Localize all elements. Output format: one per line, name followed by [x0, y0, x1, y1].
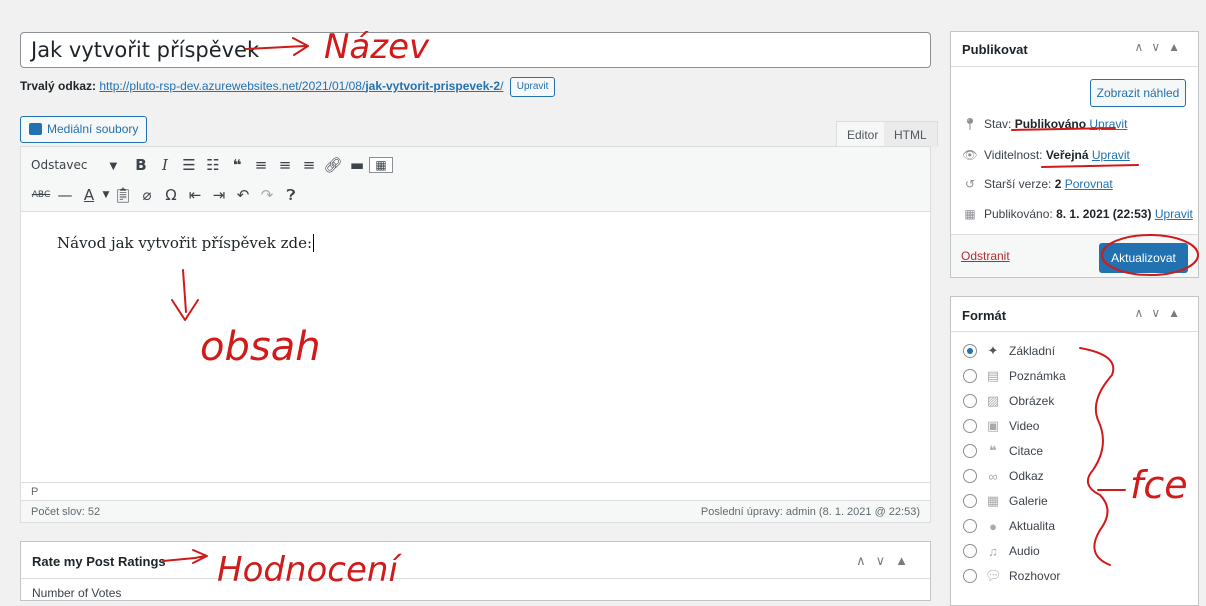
radio-button[interactable]: [963, 344, 977, 358]
divider: [21, 578, 930, 579]
quote-icon: ❝: [989, 443, 997, 458]
align-right-icon[interactable]: ≡: [297, 156, 321, 174]
rate-my-post-box: Rate my Post Ratings ∧∨▲ Number of Votes: [20, 541, 931, 601]
media-icon: [29, 123, 42, 135]
format-option[interactable]: ▨ Obrázek: [963, 391, 1054, 411]
add-media-button[interactable]: Mediální soubory: [20, 116, 147, 143]
radio-button[interactable]: [963, 444, 977, 458]
published-row: ▦ Publikováno: 8. 1. 2021 (22:53) Upravit: [962, 207, 1193, 221]
radio-button[interactable]: [963, 369, 977, 383]
box-controls[interactable]: ∧∨▲: [1135, 306, 1188, 320]
align-center-icon[interactable]: ≡: [273, 156, 297, 174]
more-tag-icon[interactable]: ▬: [345, 156, 369, 174]
publish-footer: Odstranit Aktualizovat: [951, 234, 1198, 277]
tab-visual[interactable]: Editor: [836, 121, 890, 147]
format-option[interactable]: ▦ Galerie: [963, 491, 1048, 511]
permalink-label: Trvalý odkaz:: [20, 79, 97, 93]
update-button[interactable]: Aktualizovat: [1099, 243, 1188, 273]
revisions-row: ↺ Starší verze: 2 Porovnat: [962, 177, 1113, 191]
chat-icon: 💬︎: [985, 568, 1002, 583]
format-select[interactable]: Odstavec ▼: [29, 158, 129, 172]
compare-link[interactable]: Porovnat: [1065, 177, 1113, 191]
editor-toolbar: Odstavec ▼ B I ☰ ☷ ❝ ≡ ≡ ≡ 🔗︎ ▬ ▦ ABC — A…: [21, 147, 930, 212]
radio-button[interactable]: [963, 419, 977, 433]
paste-text-icon[interactable]: 📋︎: [111, 186, 135, 204]
format-option[interactable]: ♫ Audio: [963, 541, 1040, 561]
element-path: P: [21, 482, 930, 500]
text-color-icon[interactable]: A: [77, 186, 101, 204]
radio-button[interactable]: [963, 569, 977, 583]
eye-icon: 👁︎: [962, 148, 978, 162]
votes-label: Number of Votes: [32, 586, 122, 600]
format-option[interactable]: ∞ Odkaz: [963, 466, 1044, 486]
radio-button[interactable]: [963, 494, 977, 508]
visibility-row: 👁︎ Viditelnost: Veřejná Upravit: [962, 148, 1130, 162]
video-icon: ▣: [986, 418, 1000, 433]
word-count: Počet slov: 52: [31, 506, 101, 518]
delete-link[interactable]: Odstranit: [961, 249, 1010, 263]
editor-status-bar: Počet slov: 52 Poslední úpravy: admin (8…: [21, 500, 930, 522]
undo-icon[interactable]: ↶: [231, 186, 255, 204]
chevron-down-icon[interactable]: ▼: [101, 190, 111, 200]
publish-box: Publikovat ∧∨▲ Zobrazit náhled 📍︎ Stav: P…: [950, 31, 1199, 278]
publish-box-title: Publikovat: [962, 42, 1028, 57]
status-edit-link[interactable]: Upravit: [1089, 117, 1127, 131]
bullet-list-icon[interactable]: ☰: [177, 156, 201, 174]
align-left-icon[interactable]: ≡: [249, 156, 273, 174]
outdent-icon[interactable]: ⇤: [183, 186, 207, 204]
editor-content[interactable]: Návod jak vytvořit příspěvek zde:: [57, 234, 315, 252]
publish-box-header[interactable]: Publikovat ∧∨▲: [951, 32, 1198, 67]
blockquote-icon[interactable]: ❝: [225, 156, 249, 174]
box-controls[interactable]: ∧∨▲: [1135, 40, 1188, 54]
last-edited: Poslední úpravy: admin (8. 1. 2021 @ 22:…: [700, 506, 920, 518]
calendar-icon: ▦: [964, 207, 976, 221]
link-icon: ∞: [988, 468, 998, 484]
help-icon[interactable]: ❓︎: [279, 186, 303, 204]
radio-button[interactable]: [963, 469, 977, 483]
format-box: Formát ∧∨▲ ✦ Základní ▤ Poznámka ▨ Obrázek …: [950, 296, 1199, 606]
format-option[interactable]: ▤ Poznámka: [963, 366, 1066, 386]
bold-icon[interactable]: B: [129, 156, 153, 174]
format-option[interactable]: ▣ Video: [963, 416, 1039, 436]
format-box-header[interactable]: Formát ∧∨▲: [951, 297, 1198, 332]
box-controls[interactable]: ∧∨▲: [856, 553, 918, 569]
permalink-link[interactable]: http://pluto-rsp-dev.azurewebsites.net/2…: [99, 79, 503, 93]
format-option[interactable]: 💬︎ Rozhovor: [963, 566, 1060, 586]
pin-icon: 📍︎: [962, 117, 978, 131]
special-char-icon[interactable]: Ω: [159, 186, 183, 204]
indent-icon[interactable]: ⇥: [207, 186, 231, 204]
format-option[interactable]: ✦ Základní: [963, 341, 1055, 361]
clear-formatting-icon[interactable]: ⌀: [135, 186, 159, 204]
link-icon[interactable]: 🔗︎: [321, 156, 345, 174]
gallery-icon: ▦: [986, 493, 1000, 508]
rate-box-title: Rate my Post Ratings: [32, 554, 166, 569]
history-icon: ↺: [964, 177, 976, 191]
horizontal-line-icon[interactable]: —: [53, 186, 77, 204]
toolbar-toggle-icon[interactable]: ▦: [369, 157, 393, 173]
italic-icon[interactable]: I: [153, 156, 177, 174]
format-option[interactable]: ● Aktualita: [963, 516, 1055, 536]
permalink-edit-button[interactable]: Upravit: [509, 76, 556, 97]
status-row: 📍︎ Stav: Publikováno Upravit: [962, 117, 1128, 131]
redo-icon[interactable]: ↷: [255, 186, 279, 204]
radio-button[interactable]: [963, 519, 977, 533]
pin-icon: ✦: [987, 343, 999, 358]
strikethrough-icon[interactable]: ABC: [29, 190, 53, 200]
numbered-list-icon[interactable]: ☷: [201, 156, 225, 174]
post-title-input[interactable]: Jak vytvořit příspěvek: [20, 32, 931, 68]
tab-html[interactable]: HTML: [884, 121, 938, 147]
format-option[interactable]: ❝ Citace: [963, 441, 1043, 461]
format-box-title: Formát: [962, 308, 1007, 323]
radio-button[interactable]: [963, 544, 977, 558]
visibility-edit-link[interactable]: Upravit: [1092, 148, 1130, 162]
aside-icon: ▤: [986, 368, 1000, 383]
permalink: Trvalý odkaz: http://pluto-rsp-dev.azure…: [20, 76, 556, 97]
image-icon: ▨: [986, 393, 1000, 408]
add-media-label: Mediální soubory: [47, 122, 139, 136]
date-edit-link[interactable]: Upravit: [1155, 207, 1193, 221]
audio-icon: ♫: [988, 543, 998, 559]
preview-button[interactable]: Zobrazit náhled: [1090, 79, 1186, 107]
radio-button[interactable]: [963, 394, 977, 408]
status-icon: ●: [989, 518, 997, 534]
